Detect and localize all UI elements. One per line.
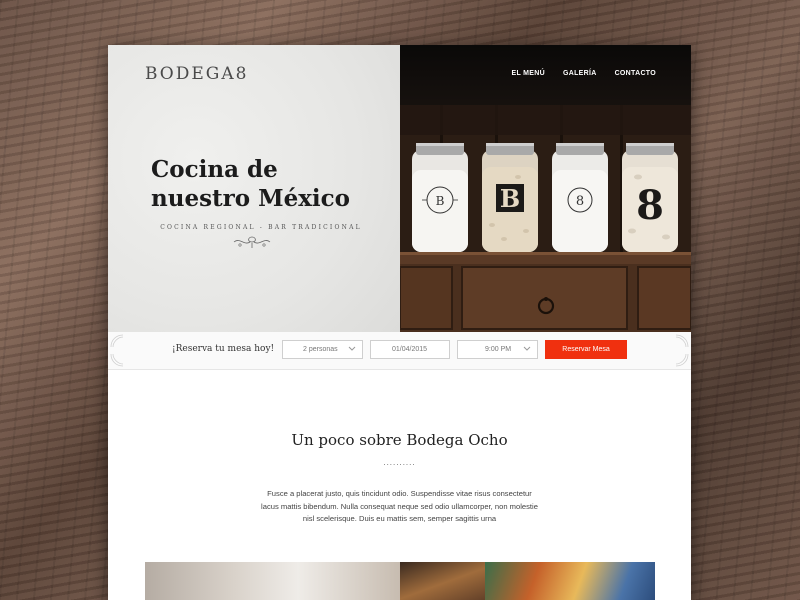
reserve-table-button[interactable]: Reservar Mesa (545, 340, 627, 359)
chevron-down-icon (523, 346, 531, 351)
reservation-bar: ¡Reserva tu mesa hoy! 2 personas 01/04/2… (108, 332, 691, 370)
about-divider: .......... (383, 459, 416, 467)
hero-title: Cocina de nuestro México (151, 155, 391, 213)
date-value: 01/04/2015 (392, 346, 428, 353)
time-value: 9:00 PM (485, 346, 512, 353)
nav-item-contact[interactable]: CONTACTO (615, 70, 656, 77)
about-title: Un poco sobre Bodega Ocho (291, 431, 508, 449)
date-input[interactable]: 01/04/2015 (370, 340, 450, 359)
svg-text:B: B (500, 184, 520, 213)
time-select[interactable]: 9:00 PM (457, 340, 538, 359)
corner-ornament-icon (675, 334, 689, 348)
website-page: BODEGA8 Cocina de nuestro México COCINA … (108, 45, 691, 600)
hero-subtitle: COCINA REGIONAL - BAR TRADICIONAL (160, 224, 362, 231)
gallery-image-food[interactable] (400, 562, 485, 600)
corner-ornament-icon (675, 353, 689, 367)
about-text: Fusce a placerat justo, quis tincidunt o… (261, 489, 538, 523)
gallery-image-dishes[interactable] (485, 562, 655, 600)
svg-text:B: B (436, 194, 445, 208)
party-size-value: 2 personas (303, 346, 338, 353)
hero-section: BODEGA8 Cocina de nuestro México COCINA … (108, 45, 691, 332)
corner-ornament-icon (110, 353, 124, 367)
gallery-image-dining[interactable] (145, 562, 400, 600)
party-size-select[interactable]: 2 personas (282, 340, 363, 359)
nav-item-gallery[interactable]: GALERÍA (563, 70, 597, 77)
logo[interactable]: BODEGA8 (145, 64, 248, 84)
gallery-strip (145, 562, 655, 600)
hero-photo: B B 8 8 EL MENÚ GALERÍA CONTACTO (400, 45, 691, 332)
ornament-icon (233, 236, 271, 248)
hero-title-line2: nuestro México (151, 185, 351, 212)
nav-item-menu[interactable]: EL MENÚ (511, 70, 544, 77)
hero-text-panel: BODEGA8 Cocina de nuestro México COCINA … (108, 45, 400, 332)
corner-ornament-icon (110, 334, 124, 348)
reservation-label: ¡Reserva tu mesa hoy! (172, 344, 275, 354)
chevron-down-icon (348, 346, 356, 351)
svg-text:8: 8 (636, 182, 664, 229)
jars-shelf-image: B B 8 8 (400, 105, 691, 332)
hero-title-line1: Cocina de (151, 156, 278, 183)
main-nav: EL MENÚ GALERÍA CONTACTO (511, 70, 656, 77)
svg-text:8: 8 (576, 194, 584, 209)
